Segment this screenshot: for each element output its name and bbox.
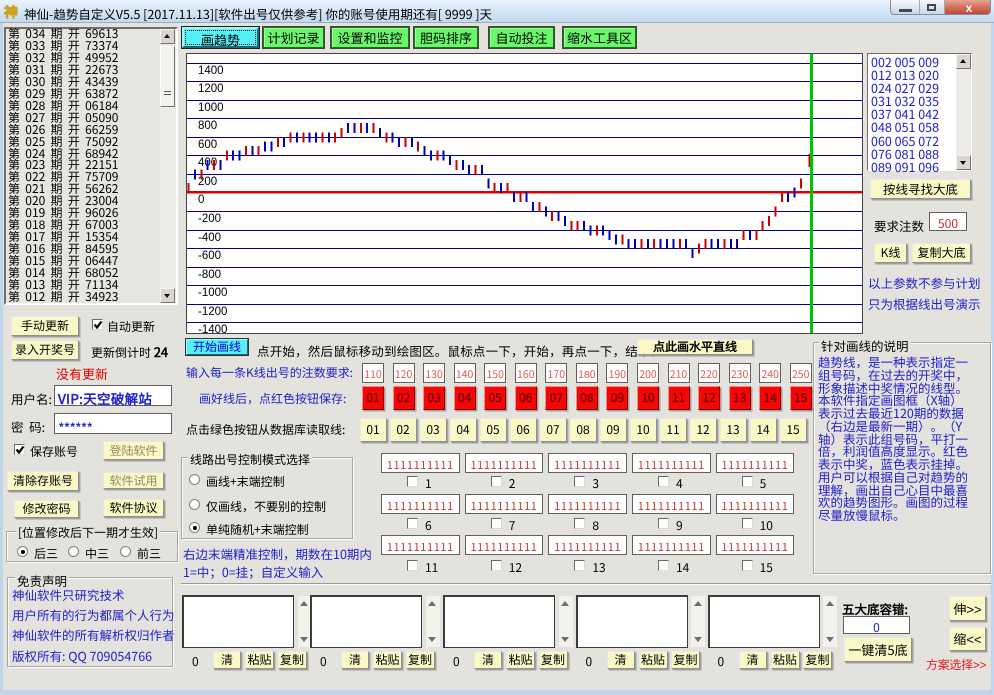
- svg-text:-800: -800: [198, 269, 221, 281]
- svg-text:0: 0: [198, 194, 204, 206]
- svg-text:1200: 1200: [198, 83, 224, 95]
- svg-text:1000: 1000: [198, 102, 224, 114]
- svg-text:-400: -400: [198, 232, 221, 244]
- svg-text:-1200: -1200: [198, 306, 227, 318]
- svg-text:600: 600: [198, 139, 217, 151]
- svg-text:-200: -200: [198, 213, 221, 225]
- svg-text:-1400: -1400: [198, 324, 227, 334]
- svg-text:-600: -600: [198, 250, 221, 262]
- svg-text:1400: 1400: [198, 65, 224, 77]
- svg-text:800: 800: [198, 120, 217, 132]
- svg-text:-1000: -1000: [198, 287, 227, 299]
